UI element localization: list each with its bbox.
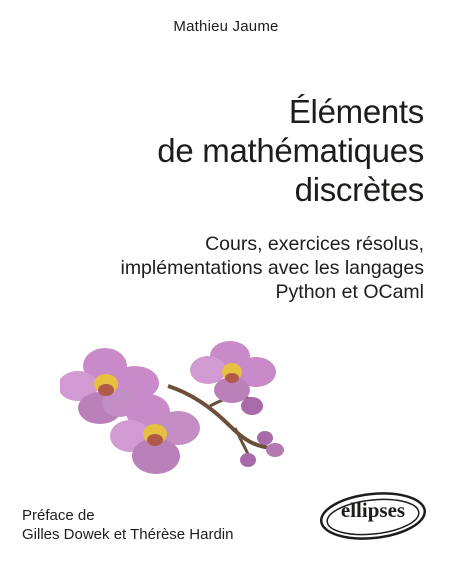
subtitle-line: Python et OCaml	[275, 281, 424, 303]
author-name: Mathieu Jaume	[173, 18, 279, 35]
book-subtitle: Cours, exercices résolus, implémentation…	[120, 232, 424, 304]
preface-label: Préface de	[22, 507, 95, 524]
book-title: Éléments de mathématiques discrètes	[157, 92, 424, 209]
preface-credit: Préface de Gilles Dowek et Thérèse Hardi…	[22, 506, 233, 544]
preface-authors: Gilles Dowek et Thérèse Hardin	[22, 526, 234, 543]
publisher-name: ellipses	[340, 498, 406, 522]
subtitle-line: Cours, exercices résolus,	[205, 233, 424, 255]
title-line: de mathématiques	[157, 132, 424, 169]
title-line: discrètes	[294, 171, 425, 208]
title-line: Éléments	[288, 93, 424, 130]
orchid-illustration	[60, 341, 284, 474]
subtitle-line: implémentations avec les langages	[120, 257, 424, 279]
